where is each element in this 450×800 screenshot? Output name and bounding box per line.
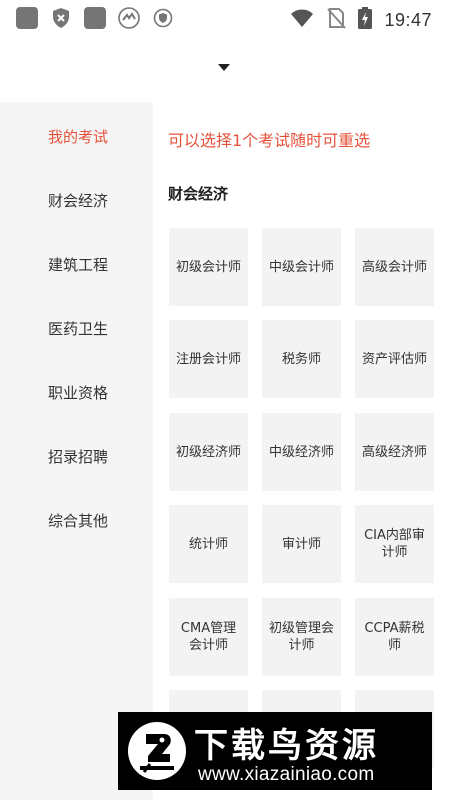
sidebar-item-recruitment[interactable]: 招录招聘 [48, 446, 108, 467]
status-time: 19:47 [384, 9, 432, 30]
exam-card[interactable]: 高级会计师 [355, 228, 434, 306]
no-sim-icon [326, 7, 347, 33]
watermark-url: www.xiazainiao.com [198, 764, 375, 785]
exam-card[interactable]: CIA内部审计师 [355, 505, 434, 583]
sidebar-item-finance-economics[interactable]: 财会经济 [48, 190, 108, 211]
shield-check-icon [152, 7, 174, 29]
battery-charging-icon [358, 7, 373, 33]
exam-card[interactable]: 资产评估师 [355, 320, 434, 398]
section-title: 财会经济 [168, 185, 229, 203]
exam-card[interactable]: CCPA薪税师 [355, 598, 434, 676]
wifi-icon [290, 8, 314, 32]
exam-card[interactable]: CMA管理会计师 [169, 598, 248, 676]
bird-app-icon [118, 7, 140, 29]
watermark-title: 下载鸟资源 [194, 726, 379, 766]
exam-card[interactable]: 高级经济师 [355, 413, 434, 491]
sidebar-item-professional-qualification[interactable]: 职业资格 [48, 382, 108, 403]
status-bar-left [16, 7, 174, 29]
status-bar: 19:47 [0, 0, 450, 36]
exam-card[interactable]: 初级管理会计师 [262, 598, 341, 676]
exam-card[interactable]: 统计师 [169, 505, 248, 583]
status-bar-right: 19:47 [290, 7, 432, 33]
exam-card[interactable]: 审计师 [262, 505, 341, 583]
exam-card[interactable]: 注册会计师 [169, 320, 248, 398]
dropdown-arrow-icon[interactable] [218, 64, 230, 71]
category-sidebar: 我的考试 财会经济 建筑工程 医药卫生 职业资格 招录招聘 综合其他 [0, 102, 153, 800]
exam-card[interactable]: 中级会计师 [262, 228, 341, 306]
sidebar-item-others[interactable]: 综合其他 [48, 510, 108, 531]
exam-card[interactable]: 初级会计师 [169, 228, 248, 306]
exam-card[interactable]: 税务师 [262, 320, 341, 398]
sidebar-item-construction[interactable]: 建筑工程 [48, 254, 108, 275]
exam-card[interactable]: 中级经济师 [262, 413, 341, 491]
watermark-banner: 下载鸟资源 www.xiazainiao.com [118, 712, 432, 790]
app-square-icon [16, 7, 38, 29]
sidebar-item-my-exams[interactable]: 我的考试 [48, 126, 108, 147]
selection-hint: 可以选择1个考试随时可重选 [168, 131, 371, 150]
sidebar-item-medicine-health[interactable]: 医药卫生 [48, 318, 108, 339]
bird-logo-icon [126, 720, 188, 782]
exam-card[interactable]: 初级经济师 [169, 413, 248, 491]
shield-x-icon [50, 7, 72, 29]
app-square-icon [84, 7, 106, 29]
